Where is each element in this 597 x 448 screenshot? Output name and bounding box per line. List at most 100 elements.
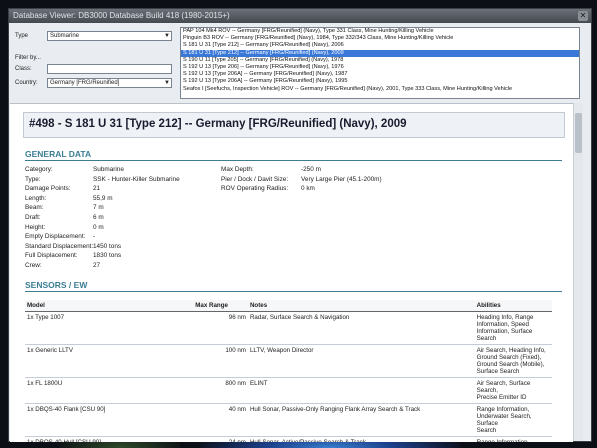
cell-model: 1x Type 1007 [25,311,194,345]
cell-notes: Hull Sonar, Active/Passive Search & Trac… [247,436,475,442]
unit-details-panel: #498 - S 181 U 31 [Type 212] -- Germany … [10,103,573,442]
field-label: Category: [25,166,53,173]
column-header-abilities: Abilities [474,300,552,312]
column-header-model: Model [25,300,194,312]
general-data-row: Full Displacement: 1830 tons [25,252,121,259]
results-list[interactable]: PAP 104 Mk4 ROV -- Germany [FRG/Reunifie… [180,27,580,99]
general-data-row: Draft: 6 m [25,214,104,221]
ability-text: Ground Search (Mobile), [476,361,545,368]
field-label: Draft: [25,214,41,221]
general-data-row: Pier / Dock / Davit Size: Very Large Pier… [221,176,382,183]
general-data-row: Beam: 7 m [25,204,104,211]
cell-range: 40 nm [193,403,248,437]
sensors-heading: SENSORS / EW [25,280,88,290]
ability-text: Ground Search (Fixed), [476,354,542,361]
ability-text: Information, Surface [476,328,533,335]
cell-range: 24 nm [193,436,248,442]
field-label: Pier / Dock / Davit Size: [221,175,289,183]
filter-label: Filter by... [15,55,41,61]
field-label: Empty Displacement: [25,233,86,241]
list-item[interactable]: Seafox I [Seefuchs, Inspection Vehicle] … [181,86,579,93]
table-row: 1x Generic LLTV 100 nm LLTV, Weapon Direct… [25,344,552,378]
field-value: 21 [93,185,101,193]
general-data-row: ROV Operating Radius: 0 km [221,185,315,192]
close-icon[interactable]: ✕ [578,11,588,21]
list-item[interactable]: S 192 U 13 [Type 206A] -- Germany [FRG/R… [181,71,579,78]
field-label: Standard Displacement: [25,242,94,250]
cell-model: 1x FL 1800U [25,377,194,404]
unit-header: #498 - S 181 U 31 [Type 212] -- Germany … [23,112,565,138]
general-data-row: Empty Displacement: - [25,233,95,240]
field-label: Max Depth: [221,166,254,173]
ability-text: Information, Speed [476,321,529,328]
cell-range: 100 nm [193,344,248,378]
field-value: 27 [93,262,101,269]
field-label: Beam: [25,204,44,212]
general-data-row: Max Depth: -250 m [221,166,321,173]
vertical-scrollbar[interactable] [573,103,583,441]
divider [25,160,562,161]
general-data-row: Category: Submarine [25,166,124,173]
chevron-down-icon: ▼ [164,33,170,39]
field-label: Length: [25,194,47,202]
scrollbar-thumb[interactable] [575,113,582,153]
title-bar[interactable]: Database Viewer: DB3000 Database Build 4… [9,9,591,23]
table-row: 1x DBQS-40 Hull [CSU 90]24 nmHull Sonar,… [25,436,552,442]
cell-range: 96 nm [193,311,248,345]
window-title: Database Viewer: DB3000 Database Build 4… [13,11,230,20]
country-select[interactable]: Germany [FRG/Reunified] ▼ [47,78,172,88]
field-value: 0 m [93,223,104,231]
ability-text: Precise Emitter ID [476,394,527,401]
ability-text: Range Information, [476,406,530,413]
list-item[interactable]: PAP 104 Mk4 ROV -- Germany [FRG/Reunifie… [181,28,579,35]
list-item[interactable]: S 192 U 13 [Type 206] -- Germany [FRG/Re… [181,64,579,71]
field-label: Full Displacement: [25,252,78,260]
cell-notes: LLTV, Weapon Director [247,344,475,378]
country-select-value: Germany [FRG/Reunified] [50,80,120,86]
field-label: Crew: [25,262,42,269]
cell-abilities: Range Information,Underwater Search, Sur… [474,403,552,437]
field-value: 1450 tons [93,242,122,250]
general-data-row: Type: SSK - Hunter-Killer Submarine [25,176,180,183]
general-data-heading: GENERAL DATA [25,149,92,159]
field-value: Very Large Pier (45.1-200m) [301,175,382,183]
ability-text: Search [476,427,497,434]
sensors-table: Model Max Range Notes Abilities 1x Type … [25,300,552,442]
table-row: 1x DBQS-40 Flank [CSU 90] 40 nm Hull Sonar… [25,403,552,437]
field-value: Submarine [93,166,124,173]
class-input[interactable] [47,64,172,74]
field-value: -250 m [301,166,321,173]
ability-text: Heading Info, Range [476,314,534,321]
cell-model: 1x DBQS-40 Hull [CSU 90] [25,436,194,442]
field-value: 7 m [93,204,104,212]
ability-text: Air Search, Heading Info, [476,347,546,354]
field-value: 55,9 m [93,194,113,202]
field-label: Type: [25,175,41,183]
field-value: 6 m [93,214,104,221]
type-label: Type [15,33,29,39]
ability-text: Search [476,335,497,342]
country-label: Country: [15,80,38,86]
cell-notes: Radar, Surface Search & Navigation [247,311,475,345]
cell-model: 1x DBQS-40 Flank [CSU 90] [25,403,194,437]
type-select-value: Submarine [50,33,80,39]
list-item[interactable]: S 181 U 31 [Type 212] -- Germany [FRG/Re… [181,42,579,49]
general-data-row: Length: 55,9 m [25,195,113,202]
table-row: 1x FL 1800U 800 nm ELINT Air Search, Surfac… [25,377,552,404]
field-label: ROV Operating Radius: [221,185,289,193]
chevron-down-icon: ▼ [164,80,170,86]
ability-text: Underwater Search, Surface [476,413,532,427]
list-item[interactable]: Pinguin B3 ROV -- Germany [FRG/Reunified… [181,35,579,42]
cell-abilities: Air Search, Heading Info, Ground Search (… [474,344,552,378]
cell-abilities: Heading Info, Range Information, Speed Inf… [474,311,552,345]
type-select[interactable]: Submarine ▼ [47,31,172,41]
list-item[interactable]: S 181 U 31 [Type 212] -- Germany [FRG/Re… [181,49,579,57]
field-value: 1830 tons [93,252,122,260]
general-data-row: Crew: 27 [25,262,100,269]
table-row: 1x Type 1007 96 nm Radar, Surface Search &… [25,311,552,345]
field-label: Height: [25,223,46,231]
general-data-row: Height: 0 m [25,224,104,231]
list-item[interactable]: S 190 U 11 [Type 205] -- Germany [FRG/Re… [181,57,579,64]
class-label: Class: [15,66,32,72]
list-item[interactable]: S 192 U 13 [Type 206A] -- Germany [FRG/R… [181,78,579,85]
